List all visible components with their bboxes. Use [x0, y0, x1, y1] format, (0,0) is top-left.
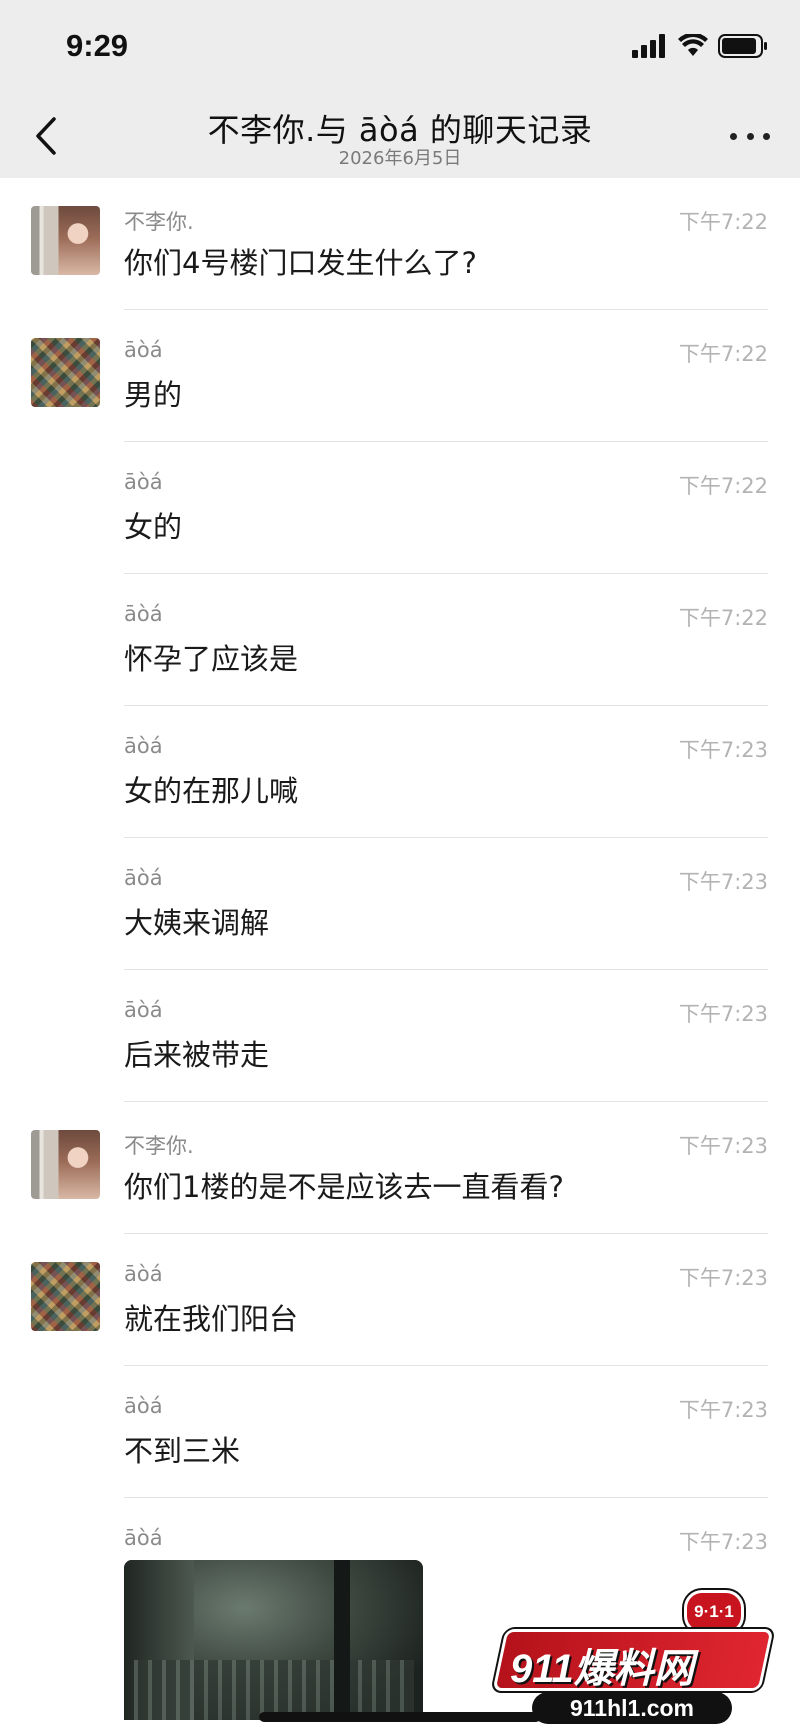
- message-item[interactable]: 不李你. 下午7:23 你们1楼的是不是应该去一直看看?: [0, 1102, 800, 1234]
- message-sender: āòá: [124, 1394, 163, 1418]
- watermark-logo: 9·1·1 911爆料网 911hl1.com: [488, 1582, 790, 1732]
- message-sender: āòá: [124, 470, 163, 494]
- more-dot-icon: [746, 132, 754, 140]
- more-dot-icon: [730, 132, 737, 140]
- message-time: 下午7:22: [678, 474, 768, 498]
- message-text: 女的: [124, 510, 183, 544]
- message-text: 你们4号楼门口发生什么了?: [124, 246, 477, 280]
- message-sender: āòá: [124, 1526, 163, 1550]
- more-dot-icon: [763, 132, 770, 140]
- message-time: 下午7:22: [678, 342, 768, 366]
- collage-avatar[interactable]: [31, 1262, 100, 1331]
- status-icons: [632, 34, 768, 58]
- message-item[interactable]: āòá 下午7:22 女的: [0, 442, 800, 574]
- wifi-icon: [678, 34, 708, 56]
- message-text: 就在我们阳台: [124, 1302, 299, 1336]
- message-time: 下午7:23: [678, 738, 768, 762]
- message-item[interactable]: 不李你. 下午7:22 你们4号楼门口发生什么了?: [0, 178, 800, 310]
- message-item[interactable]: āòá 下午7:23 大姨来调解: [0, 838, 800, 970]
- girl-photo-avatar[interactable]: [31, 206, 100, 275]
- message-text: 后来被带走: [124, 1038, 270, 1072]
- page-subtitle: 2026年6月5日: [338, 148, 462, 169]
- battery-icon: [718, 34, 767, 58]
- message-item[interactable]: āòá 下午7:23 不到三米: [0, 1366, 800, 1498]
- photo-bicycles: [134, 1660, 414, 1720]
- message-sender: āòá: [124, 602, 163, 626]
- message-time: 下午7:22: [678, 210, 768, 234]
- watermark-title: 911爆料网: [510, 1647, 694, 1691]
- message-text: 怀孕了应该是: [124, 642, 299, 676]
- message-time: 下午7:22: [678, 606, 768, 630]
- message-sender: 不李你.: [124, 1134, 194, 1158]
- photo-pole: [334, 1560, 350, 1720]
- watermark-url: 911hl1.com: [532, 1692, 732, 1724]
- message-sender: āòá: [124, 866, 163, 890]
- message-sender: āòá: [124, 1262, 163, 1286]
- message-text: 不到三米: [124, 1434, 241, 1468]
- message-photo[interactable]: [124, 1560, 423, 1720]
- status-time: 9:29: [66, 28, 129, 63]
- message-time: 下午7:23: [678, 1266, 768, 1290]
- message-sender: āòá: [124, 998, 163, 1022]
- message-sender: āòá: [124, 338, 163, 362]
- chat-history-list: 不李你. 下午7:22 你们4号楼门口发生什么了? āòá 下午7:22 男的 …: [0, 178, 800, 1720]
- nav-bar: 不李你.与 āòá 的聊天记录 2026年6月5日: [0, 95, 800, 178]
- girl-photo-avatar[interactable]: [31, 1130, 100, 1199]
- message-sender: āòá: [124, 734, 163, 758]
- message-item[interactable]: āòá 下午7:22 怀孕了应该是: [0, 574, 800, 706]
- message-sender: 不李你.: [124, 210, 194, 234]
- message-item[interactable]: āòá 下午7:23 就在我们阳台: [0, 1234, 800, 1366]
- watermark-badge: 9·1·1: [684, 1590, 744, 1634]
- message-item[interactable]: āòá 下午7:23 女的在那儿喊: [0, 706, 800, 838]
- message-time: 下午7:23: [678, 1398, 768, 1422]
- status-bar: 9:29: [0, 0, 800, 95]
- message-time: 下午7:23: [678, 1134, 768, 1158]
- home-indicator[interactable]: [259, 1712, 541, 1722]
- message-time: 下午7:23: [678, 870, 768, 894]
- message-text: 大姨来调解: [124, 906, 270, 940]
- message-text: 女的在那儿喊: [124, 774, 299, 808]
- more-options-button[interactable]: [730, 123, 770, 149]
- message-time: 下午7:23: [678, 1002, 768, 1026]
- message-text: 你们1楼的是不是应该去一直看看?: [124, 1170, 564, 1204]
- message-text: 男的: [124, 378, 183, 412]
- signal-icon: [632, 34, 665, 58]
- collage-avatar[interactable]: [31, 338, 100, 407]
- message-item[interactable]: āòá 下午7:22 男的: [0, 310, 800, 442]
- message-item[interactable]: āòá 下午7:23 后来被带走: [0, 970, 800, 1102]
- message-time: 下午7:23: [678, 1530, 768, 1554]
